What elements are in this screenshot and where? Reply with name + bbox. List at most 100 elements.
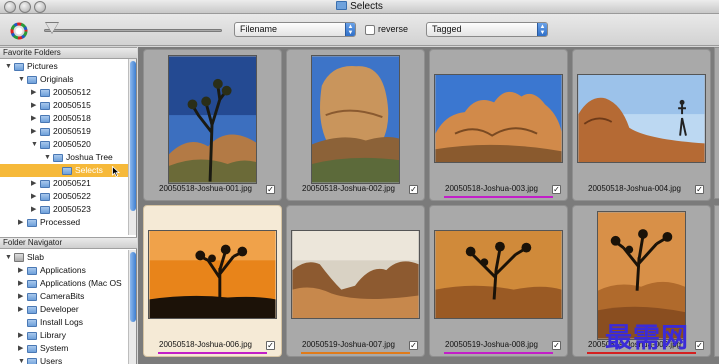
color-label-underline <box>444 196 553 198</box>
tree-item-pictures[interactable]: ▼ Pictures <box>0 60 128 73</box>
tree-item-system[interactable]: ▶ System <box>0 342 128 355</box>
folder-icon <box>336 1 348 10</box>
disclosure-closed-icon[interactable]: ▶ <box>18 219 25 226</box>
photo-joshua-004[interactable] <box>577 74 706 163</box>
tree-item-label: 20050519 <box>53 126 91 136</box>
tree-item-label: Applications (Mac OS <box>40 278 122 288</box>
tree-item-20050519[interactable]: ▶ 20050519 <box>0 125 128 138</box>
tree-item-slab[interactable]: ▼ Slab <box>0 251 128 264</box>
tree-item-label: Install Logs <box>40 317 83 327</box>
photo-joshua-007[interactable] <box>291 230 420 319</box>
tag-checkbox[interactable]: ✓ <box>552 185 561 194</box>
tree-item-processed[interactable]: ▶ Processed <box>0 216 128 229</box>
tree-item-applications-macos[interactable]: ▶ Applications (Mac OS <box>0 277 128 290</box>
color-label-underline <box>158 352 267 354</box>
tag-checkbox[interactable]: ✓ <box>695 341 704 350</box>
disclosure-closed-icon[interactable]: ▶ <box>18 345 25 352</box>
tag-checkbox[interactable]: ✓ <box>695 185 704 194</box>
tree-item-20050515[interactable]: ▶ 20050515 <box>0 99 128 112</box>
tree-item-originals[interactable]: ▼ Originals <box>0 73 128 86</box>
tag-checkbox[interactable]: ✓ <box>409 341 418 350</box>
thumbnail-filename: 20050518-Joshua-006.jpg <box>159 340 252 349</box>
tree-item-20050520[interactable]: ▼ 20050520 <box>0 138 128 151</box>
sort-select[interactable]: Filename ▲ ▼ <box>234 22 356 37</box>
window-title-wrap: Selects <box>0 0 719 14</box>
folder-icon <box>27 345 37 353</box>
tree-item-20050523[interactable]: ▶ 20050523 <box>0 203 128 216</box>
tree-item-users[interactable]: ▼ Users <box>0 355 128 364</box>
folder-icon <box>27 267 37 275</box>
folder-icon <box>27 319 37 327</box>
photo-joshua-001[interactable] <box>168 55 257 184</box>
navigator-tree: ▼ Slab ▶ Applications ▶ Applications (Ma… <box>0 250 128 364</box>
slider-knob[interactable] <box>46 23 58 33</box>
disclosure-closed-icon[interactable]: ▶ <box>18 293 25 300</box>
tree-item-label: 20050522 <box>53 191 91 201</box>
tree-item-selects[interactable]: Selects <box>0 164 128 177</box>
favorites-scroll-thumb[interactable] <box>130 61 136 211</box>
photo-joshua-002[interactable] <box>311 55 400 184</box>
disclosure-open-icon[interactable]: ▼ <box>18 76 25 83</box>
thumbnail-cell[interactable]: 20050518-Joshua-004.jpg ✓ <box>572 49 711 201</box>
tree-item-library[interactable]: ▶ Library <box>0 329 128 342</box>
thumbnail-cell[interactable]: 20050518-Joshua-002.jpg ✓ <box>286 49 425 201</box>
tag-checkbox[interactable]: ✓ <box>266 185 275 194</box>
tag-checkbox[interactable]: ✓ <box>409 185 418 194</box>
folder-icon <box>40 102 50 110</box>
filter-select[interactable]: Tagged ▲ ▼ <box>426 22 548 37</box>
navigator-scrollbar[interactable] <box>128 250 136 364</box>
disclosure-closed-icon[interactable]: ▶ <box>31 89 38 96</box>
folder-icon <box>27 293 37 301</box>
folder-icon <box>40 193 50 201</box>
disclosure-closed-icon[interactable]: ▶ <box>31 206 38 213</box>
disclosure-open-icon[interactable]: ▼ <box>18 358 25 364</box>
disclosure-open-icon[interactable]: ▼ <box>5 254 12 261</box>
tree-item-label: Selects <box>75 165 103 175</box>
disclosure-closed-icon[interactable]: ▶ <box>31 115 38 122</box>
disclosure-open-icon[interactable]: ▼ <box>44 154 51 161</box>
tag-checkbox[interactable]: ✓ <box>266 341 275 350</box>
disclosure-closed-icon[interactable]: ▶ <box>18 280 25 287</box>
tree-item-label: Applications <box>40 265 86 275</box>
tree-item-developer[interactable]: ▶ Developer <box>0 303 128 316</box>
photo-joshua-003[interactable] <box>434 74 563 163</box>
tree-item-joshua-tree[interactable]: ▼ Joshua Tree <box>0 151 128 164</box>
thumbnail-cell[interactable]: 20050519-Joshua-007.jpg ✓ <box>286 205 425 357</box>
thumbnail-size-slider[interactable] <box>44 29 222 32</box>
disclosure-closed-icon[interactable]: ▶ <box>31 102 38 109</box>
disclosure-open-icon[interactable]: ▼ <box>5 63 12 70</box>
tree-item-20050518[interactable]: ▶ 20050518 <box>0 112 128 125</box>
thumbnail-cell-partial <box>714 205 719 357</box>
thumbnail-cell-partial <box>714 47 719 199</box>
tree-item-20050522[interactable]: ▶ 20050522 <box>0 190 128 203</box>
disclosure-closed-icon[interactable]: ▶ <box>18 332 25 339</box>
disclosure-closed-icon[interactable]: ▶ <box>18 306 25 313</box>
disclosure-closed-icon[interactable]: ▶ <box>31 180 38 187</box>
tree-item-label: Developer <box>40 304 79 314</box>
favorites-scrollbar[interactable] <box>128 59 136 235</box>
disclosure-closed-icon[interactable]: ▶ <box>18 267 25 274</box>
photo-joshua-008[interactable] <box>434 230 563 319</box>
thumbnail-cell[interactable]: 20050518-Joshua-003.jpg ✓ <box>429 49 568 201</box>
navigator-scroll-thumb[interactable] <box>130 252 136 322</box>
tree-item-camerabits[interactable]: ▶ CameraBits <box>0 290 128 303</box>
tree-item-applications[interactable]: ▶ Applications <box>0 264 128 277</box>
tree-item-label: 20050512 <box>53 87 91 97</box>
tree-item-20050512[interactable]: ▶ 20050512 <box>0 86 128 99</box>
reverse-checkbox[interactable] <box>365 25 375 35</box>
tree-item-install-logs[interactable]: Install Logs <box>0 316 128 329</box>
disclosure-closed-icon[interactable]: ▶ <box>31 193 38 200</box>
photo-joshua-006[interactable] <box>148 230 277 319</box>
tree-item-label: Processed <box>40 217 81 227</box>
tree-item-20050521[interactable]: ▶ 20050521 <box>0 177 128 190</box>
disclosure-closed-icon[interactable]: ▶ <box>31 128 38 135</box>
folder-icon <box>40 128 50 136</box>
tree-item-label: Originals <box>40 74 74 84</box>
disclosure-open-icon[interactable]: ▼ <box>31 141 38 148</box>
thumbnail-cell[interactable]: 20050519-Joshua-008.jpg ✓ <box>429 205 568 357</box>
thumbnail-cell[interactable]: 20050518-Joshua-001.jpg ✓ <box>143 49 282 201</box>
tag-checkbox[interactable]: ✓ <box>552 341 561 350</box>
mouse-pointer-icon <box>112 166 120 177</box>
favorites-header: Favorite Folders <box>0 47 137 59</box>
thumbnail-cell-selected[interactable]: 20050518-Joshua-006.jpg ✓ <box>143 205 282 357</box>
